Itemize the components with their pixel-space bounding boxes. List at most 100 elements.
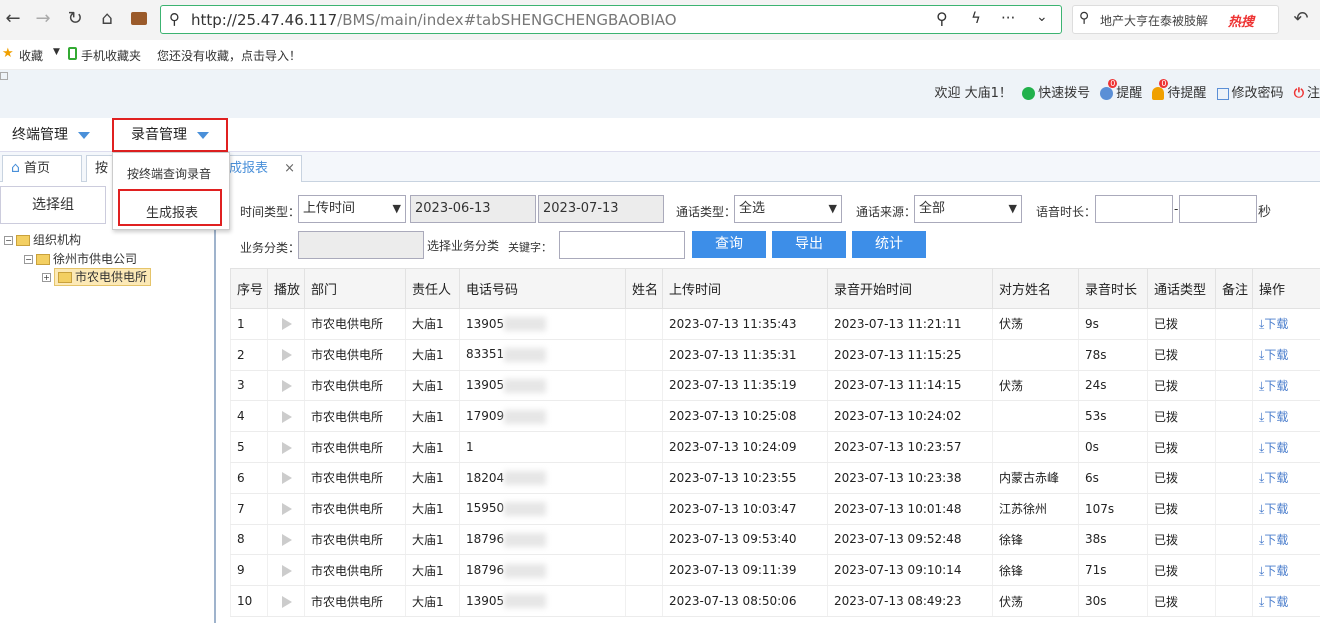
col-call-type-header[interactable]: 通话类型 [1147,268,1216,309]
col-owner-header[interactable]: 责任人 [405,268,460,309]
time-type-select[interactable]: 上传时间 ▼ [298,195,406,223]
name-cell [625,462,663,494]
download-link[interactable]: ⤓下载 [1259,502,1288,516]
col-peer-name-header[interactable]: 对方姓名 [992,268,1079,309]
play-icon[interactable] [282,441,292,454]
col-note-header[interactable]: 备注 [1215,268,1253,309]
upload-time-cell: 2023-07-13 10:24:09 [662,431,828,463]
remind-link[interactable]: 提醒 [1116,86,1142,101]
play-icon[interactable] [282,595,292,608]
download-link[interactable]: ⤓下载 [1259,317,1288,331]
col-phone-header[interactable]: 电话号码 [459,268,626,309]
download-link[interactable]: ⤓下载 [1259,595,1288,609]
pending-remind-link[interactable]: 待提醒 [1167,86,1206,101]
select-biz-category-link[interactable]: 选择业务分类 [427,237,499,254]
table-row[interactable]: 5 市农电供电所 大庙1 1 2023-07-13 10:24:09 2023-07-13… [230,431,1320,463]
table-row[interactable]: 2 市农电供电所 大庙1 83351 2023-07-13 11:35:31 2023-0… [230,339,1320,371]
col-action-header[interactable]: 操作 [1252,268,1320,309]
export-button[interactable]: 导出 [772,231,846,258]
menu-item-query-by-terminal[interactable]: 按终端查询录音 [127,165,211,182]
tree-node-company[interactable]: − 徐州市供电公司 [24,250,137,267]
col-start-time-header[interactable]: 录音开始时间 [827,268,993,309]
play-icon[interactable] [282,318,292,331]
start-date-input[interactable]: 2023-06-13 [410,195,536,223]
duration-min-input[interactable] [1095,195,1173,223]
address-bar[interactable]: ⚲ http://25.47.46.117/BMS/main/index#tab… [160,5,1062,34]
logout-link[interactable]: 注 [1307,86,1320,101]
call-type-select[interactable]: 全选 ▼ [734,195,842,223]
note-cell [1215,370,1253,402]
play-icon[interactable] [282,533,292,546]
keyword-label: 关键字： [508,241,552,254]
mobile-favorites-link[interactable]: 手机收藏夹 [81,47,141,64]
col-duration-header[interactable]: 录音时长 [1078,268,1148,309]
download-link[interactable]: ⤓下载 [1259,471,1288,485]
close-icon[interactable]: × [284,156,295,181]
query-button[interactable]: 查询 [692,231,766,258]
statistics-button[interactable]: 统计 [852,231,926,258]
change-password-link[interactable]: 修改密码 [1232,86,1284,101]
quick-dial-link[interactable]: 快速拨号 [1038,86,1090,101]
end-date-input[interactable]: 2023-07-13 [538,195,664,223]
duration-cell: 6s [1078,462,1148,494]
briefcase-icon[interactable] [126,6,152,32]
col-play-header[interactable]: 播放 [267,268,305,309]
zoom-icon[interactable]: ⚲ [936,9,948,28]
tree-node-org[interactable]: − 组织机构 [4,231,81,248]
duration-max-input[interactable] [1179,195,1257,223]
col-index-header[interactable]: 序号 [230,268,268,309]
tree-node-station[interactable]: + 市农电供电所 [42,268,152,286]
forward-icon[interactable]: → [30,6,56,32]
biz-category-input[interactable] [298,231,424,259]
undo-icon[interactable]: ↶ [1288,6,1314,32]
play-icon[interactable] [282,564,292,577]
play-icon[interactable] [282,349,292,362]
import-favorites-hint[interactable]: 您还没有收藏，点击导入！ [157,47,301,64]
collapse-icon[interactable]: − [24,255,33,264]
call-source-select[interactable]: 全部 ▼ [914,195,1022,223]
browser-search-box[interactable]: ⚲ 地产大亨在泰被肢解 热搜 [1072,5,1279,34]
download-link[interactable]: ⤓下载 [1259,410,1288,424]
start-time-cell: 2023-07-13 10:23:57 [827,431,993,463]
caret-down-icon[interactable]: ▼ [53,47,60,57]
play-icon[interactable] [282,503,292,516]
download-link[interactable]: ⤓下载 [1259,441,1288,455]
col-name-header[interactable]: 姓名 [625,268,663,309]
table-row[interactable]: 10 市农电供电所 大庙1 13905 2023-07-13 08:50:06 2023-… [230,585,1320,617]
table-row[interactable]: 3 市农电供电所 大庙1 13905 2023-07-13 11:35:19 2023-0… [230,370,1320,402]
index-cell: 3 [230,370,268,402]
table-row[interactable]: 9 市农电供电所 大庙1 18796 2023-07-13 09:11:39 2023-0… [230,554,1320,587]
expand-icon[interactable]: + [42,273,51,282]
col-department-header[interactable]: 部门 [304,268,406,309]
tab-generate-report[interactable]: 成报表 × [220,155,302,182]
back-icon[interactable]: ← [0,6,26,32]
recordings-table: 序号 播放 部门 责任人 电话号码 姓名 上传时间 录音开始时间 对方姓名 录音时长 通话类型 备注操… [230,268,1320,623]
play-icon[interactable] [282,379,292,392]
lightning-icon[interactable]: ϟ [971,9,981,27]
download-link[interactable]: ⤓下载 [1259,379,1288,393]
reload-icon[interactable]: ↻ [62,6,88,32]
play-icon[interactable] [282,472,292,485]
favorites-button[interactable]: 收藏 [19,47,43,64]
menu-terminal-management[interactable]: 终端管理 [12,120,90,150]
chevron-down-icon[interactable]: ⌄ [1036,9,1048,25]
search-suggestion: 地产大亨在泰被肢解 [1100,14,1209,28]
table-row[interactable]: 4 市农电供电所 大庙1 17909 2023-07-13 10:25:08 2023-0… [230,400,1320,433]
table-row[interactable]: 6 市农电供电所 大庙1 18204 2023-07-13 10:23:55 2023-0… [230,462,1320,494]
table-row[interactable]: 8 市农电供电所 大庙1 18796 2023-07-13 09:53:40 2023-0… [230,524,1320,556]
home-icon[interactable]: ⌂ [94,6,120,32]
download-link[interactable]: ⤓下载 [1259,533,1288,547]
table-row[interactable]: 1 市农电供电所 大庙1 13905 2023-07-13 11:35:43 2023-0… [230,308,1320,340]
tab-home[interactable]: ⌂ 首页 [2,155,82,182]
download-link[interactable]: ⤓下载 [1259,564,1288,578]
keyword-input[interactable] [559,231,685,259]
browser-toolbar: ← → ↻ ⌂ ⚲ http://25.47.46.117/BMS/main/i… [0,0,1320,40]
select-group-button[interactable]: 选择组 [0,186,106,224]
upload-time-cell: 2023-07-13 08:50:06 [662,585,828,617]
play-icon[interactable] [282,410,292,423]
download-link[interactable]: ⤓下载 [1259,348,1288,362]
table-row[interactable]: 7 市农电供电所 大庙1 15950 2023-07-13 10:03:47 2023-0… [230,493,1320,525]
col-upload-time-header[interactable]: 上传时间 [662,268,828,309]
collapse-icon[interactable]: − [4,236,13,245]
more-icon[interactable]: ··· [1001,9,1015,27]
